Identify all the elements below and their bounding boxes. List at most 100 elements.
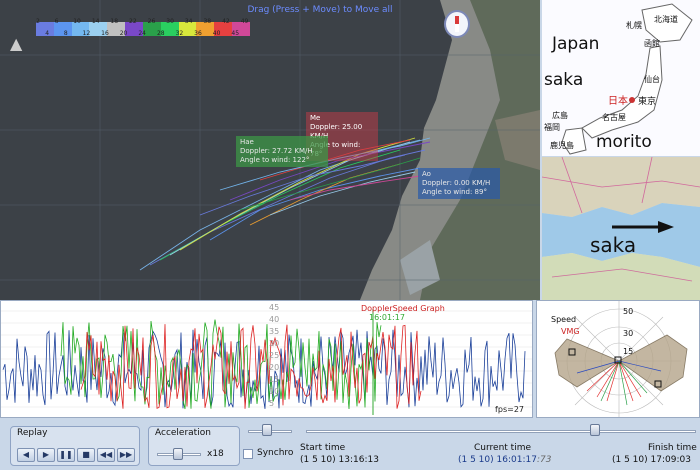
polar-ring-label: 30 (623, 329, 634, 338)
tokyo-label: 東京 (638, 97, 657, 107)
graph-ytick: 35 (269, 327, 280, 336)
boat-name: Ao (422, 170, 431, 178)
speed-graph-plot (1, 309, 532, 415)
sapporo-label: 札幌 (626, 21, 642, 30)
legend-label: 32 (175, 30, 184, 37)
boat-wind-angle: Angle to wind: 122° (240, 156, 310, 164)
legend-label: 45 (231, 30, 240, 37)
acceleration-value: x18 (207, 449, 224, 459)
legend-label: 26 (147, 18, 156, 25)
finish-time-value: (1 5 10) 17:09:03 (612, 455, 691, 465)
legend-label: 38 (203, 18, 212, 25)
acceleration-label: Acceleration (155, 428, 211, 438)
legend-label: 42 (222, 18, 230, 25)
polar-vmg-legend: VMG (561, 327, 580, 336)
legend-label: 28 (156, 30, 165, 37)
current-clock: 16:01:17 (496, 455, 537, 465)
position-slider-thumb[interactable] (262, 424, 272, 436)
polar-ring-label: 15 (623, 347, 634, 356)
kagoshima-label: 鹿児島 (550, 141, 574, 150)
nagoya-label: 名古屋 (602, 113, 626, 122)
legend-label: 16 (101, 30, 109, 37)
boat-speed: Doppler: 27.72 KM/H (240, 147, 313, 155)
japan-label: Japan (552, 34, 600, 54)
legend-label: 24 (138, 30, 146, 37)
graph-ytick: 30 (269, 339, 280, 348)
replay-label: Replay (17, 428, 48, 438)
fps-counter: fps=27 (495, 405, 524, 414)
stop-button[interactable]: ■ (77, 448, 95, 462)
timeline-track[interactable] (306, 430, 696, 433)
synchro-checkbox[interactable] (243, 449, 253, 459)
speed-legend-labels: 2 4 6 8 10 12 14 16 18 20 22 24 26 28 30 32 34 36 38 40 42 45… (36, 18, 250, 38)
country-marker: 日本 (608, 96, 628, 107)
legend-label: 8 (63, 30, 68, 37)
graph-ytick: 5 (269, 399, 275, 408)
current-time-label: Current time (474, 443, 531, 453)
acceleration-slider-thumb[interactable] (173, 448, 183, 460)
legend-label: 36 (194, 30, 202, 37)
step-back-button[interactable]: ◀ (17, 448, 35, 462)
start-time-label: Start time (300, 443, 346, 453)
legend-label: 12 (82, 30, 91, 37)
local-city-label: saka (590, 233, 637, 257)
graph-ytick: 15 (269, 375, 280, 384)
local-map-imagery (542, 157, 700, 300)
hakodate-label: 函館 (644, 39, 660, 48)
sendai-label: 仙台 (644, 75, 660, 84)
play-button[interactable]: ▶ (37, 448, 55, 462)
current-time-value: (1 5 10) 16:01:17:73 (458, 455, 551, 465)
legend-label: 2 (36, 18, 40, 25)
legend-label: 20 (119, 30, 128, 37)
finish-time-label: Finish time (648, 443, 697, 453)
playback-controls: Replay ◀ ▶ ❚❚ ■ ◀◀ ▶▶ Acceleration x18 S… (0, 418, 700, 470)
pause-button[interactable]: ❚❚ (57, 448, 75, 462)
legend-label: 14 (91, 18, 100, 25)
legend-label: 22 (129, 18, 137, 25)
polar-speed-legend: Speed (551, 315, 577, 324)
japan-overview-map: Japan saka morito 日本 東京 北海道 札幌 函館 仙台 広島 … (542, 0, 700, 156)
graph-ytick: 45 (269, 303, 280, 312)
left-city-label: saka (544, 70, 584, 90)
series-line-red (80, 324, 422, 409)
acceleration-panel: Acceleration x18 (148, 426, 240, 466)
rewind-button[interactable]: ◀◀ (97, 448, 115, 462)
legend-label: 49 (240, 18, 249, 25)
doppler-speed-graph[interactable]: DopplerSpeed Graph 16:01:17 45 40 35 30 … (0, 300, 533, 418)
current-ms: :73 (536, 455, 552, 465)
graph-current-time: 16:01:17 (369, 313, 405, 322)
polar-ring-label: 50 (623, 307, 634, 316)
legend-label: 6 (54, 18, 59, 25)
hokkaido-label: 北海道 (654, 15, 678, 24)
fukuoka-label: 福岡 (544, 123, 560, 132)
legend-label: 34 (184, 18, 193, 25)
right-city-label: morito (596, 132, 652, 152)
graph-ytick: 10 (269, 387, 280, 396)
polar-diagram: Speed VMG 15 30 50 (536, 300, 700, 418)
boat-info-ao: Ao Doppler: 0.00 KM/H Angle to wind: 89° (418, 168, 500, 199)
local-area-map: saka (542, 157, 700, 300)
boat-info-hae: Hae Doppler: 27.72 KM/H Angle to wind: 1… (236, 136, 328, 167)
legend-label: 18 (110, 18, 119, 25)
fast-forward-button[interactable]: ▶▶ (117, 448, 135, 462)
track-map[interactable]: Drag (Press + Move) to Move all 2 4 6 8 10 12… (0, 0, 540, 300)
hiroshima-label: 広島 (552, 111, 568, 120)
boat-name: Hae (240, 138, 254, 146)
legend-label: 4 (45, 30, 50, 37)
legend-label: 40 (212, 30, 221, 37)
graph-title: DopplerSpeed Graph (361, 304, 445, 313)
boat-name: Me (310, 114, 321, 122)
timeline-thumb[interactable] (589, 424, 600, 436)
graph-ytick: 40 (269, 315, 280, 324)
legend-label: 10 (73, 18, 81, 25)
series-line-blue (2, 329, 526, 409)
replay-panel: Replay ◀ ▶ ❚❚ ■ ◀◀ ▶▶ (10, 426, 140, 466)
wind-compass-icon[interactable] (444, 10, 470, 38)
start-time-value: (1 5 10) 13:16:13 (300, 455, 379, 465)
legend-label: 30 (166, 18, 174, 25)
graph-ytick: 20 (269, 363, 280, 372)
graph-ytick: 25 (269, 351, 280, 360)
synchro-label: Synchro (257, 448, 294, 458)
boat-wind-angle: Angle to wind: 89° (422, 188, 487, 196)
boat-speed: Doppler: 0.00 KM/H (422, 179, 491, 187)
